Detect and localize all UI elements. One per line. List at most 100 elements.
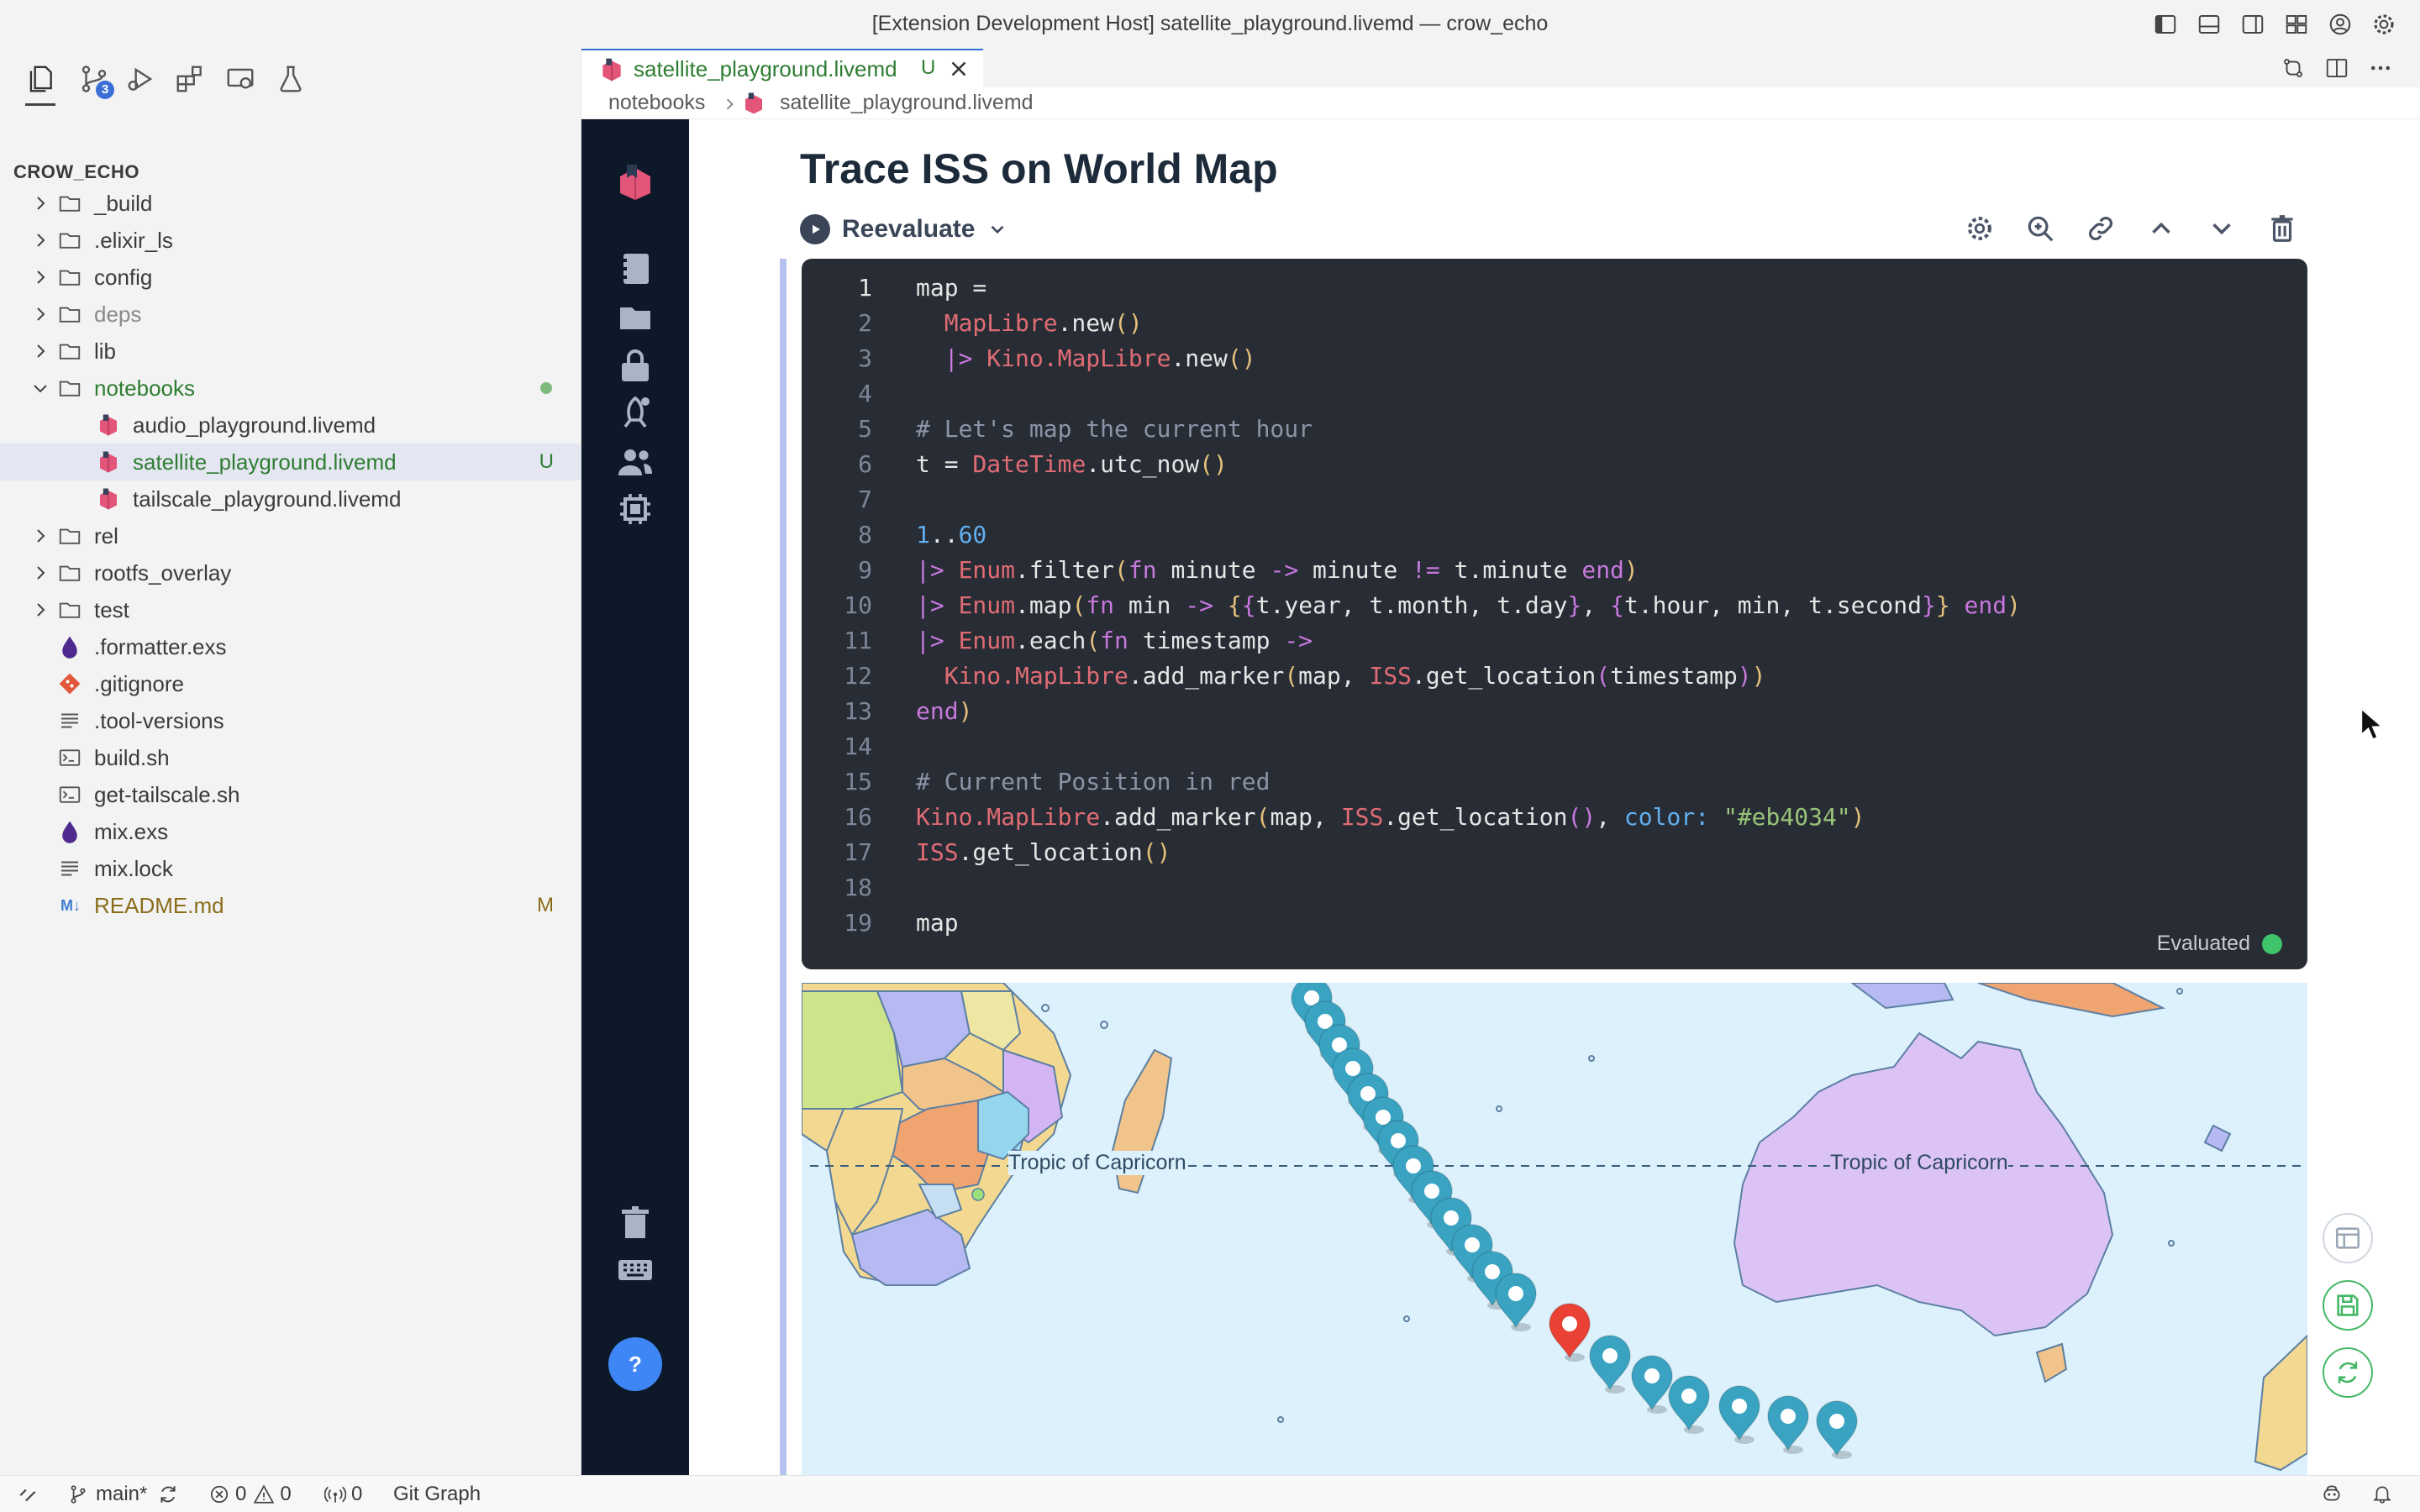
code-text: 1..60 (916, 521, 987, 549)
explorer-item[interactable]: audio_playground.livemd (0, 407, 581, 444)
secrets-lock-icon[interactable] (610, 341, 660, 391)
users-icon[interactable] (610, 437, 660, 487)
explorer-item[interactable]: tailscale_playground.livemd (0, 480, 581, 517)
close-tab-icon[interactable] (946, 56, 971, 81)
move-down-chevron-icon[interactable] (2202, 208, 2242, 249)
explorer-item-label: tailscale_playground.livemd (133, 486, 402, 512)
toggle-primary-sidebar-icon[interactable] (2151, 10, 2180, 39)
explorer-item[interactable]: mix.exs (0, 813, 581, 850)
explorer-item[interactable]: lib (0, 333, 581, 370)
explorer-item[interactable]: .tool-versions (0, 702, 581, 739)
explorer-item[interactable]: mix.lock (0, 850, 581, 887)
livebook-sidebar: ? (581, 119, 689, 1475)
cell-settings-gear-icon[interactable] (1960, 208, 2000, 249)
notifications-bell-icon[interactable] (2371, 1483, 2393, 1504)
delete-cell-trash-icon[interactable] (2262, 208, 2302, 249)
breadcrumb-file[interactable]: satellite_playground.livemd (780, 91, 1034, 115)
problems-indicator[interactable]: 0 0 (208, 1483, 292, 1506)
sync-refresh-icon[interactable] (2323, 1347, 2373, 1398)
chevron-right-icon[interactable] (30, 600, 50, 620)
line-number: 14 (844, 732, 872, 760)
tab-satellite-playground[interactable]: satellite_playground.livemd U (581, 49, 983, 87)
git-branch-icon (71, 1485, 86, 1504)
line-number: 3 (858, 344, 872, 372)
editor-tab-strip: satellite_playground.livemd U (581, 49, 2420, 87)
explorer-item[interactable]: .gitignore (0, 665, 581, 702)
explorer-item[interactable]: deps (0, 296, 581, 333)
explorer-item[interactable]: get-tailscale.sh (0, 776, 581, 813)
livebook-logo-icon[interactable] (610, 156, 660, 207)
run-debug-icon[interactable] (123, 60, 160, 97)
evaluated-status-dot (2262, 933, 2282, 954)
copilot-icon[interactable] (2321, 1483, 2343, 1504)
save-notebook-icon[interactable] (2323, 1280, 2373, 1331)
extensions-icon[interactable] (171, 60, 208, 97)
toggle-secondary-sidebar-icon[interactable] (2238, 10, 2267, 39)
remote-explorer-icon[interactable] (222, 60, 259, 97)
files-folder-icon[interactable] (610, 292, 660, 343)
line-number: 6 (858, 450, 872, 478)
git-graph-button[interactable]: Git Graph (393, 1483, 481, 1506)
branch-indicator[interactable]: main* (67, 1483, 179, 1506)
chevron-right-icon[interactable] (30, 304, 50, 324)
breadcrumb-folder[interactable]: notebooks (608, 91, 705, 115)
folder-icon (57, 228, 82, 253)
ports-indicator[interactable]: 0 (324, 1483, 362, 1506)
zoom-in-icon[interactable] (2020, 208, 2060, 249)
chevron-right-icon[interactable] (30, 193, 50, 213)
more-actions-icon[interactable] (2366, 54, 2395, 82)
notebook-outline-icon[interactable] (610, 244, 660, 294)
chevron-right-icon[interactable] (30, 341, 50, 361)
move-up-chevron-icon[interactable] (2141, 208, 2181, 249)
evaluation-status-label: Evaluated (2156, 932, 2250, 955)
source-control-icon[interactable]: 3 (76, 60, 114, 99)
explorer-item[interactable]: build.sh (0, 739, 581, 776)
chevron-down-icon[interactable] (986, 218, 1008, 240)
remote-indicator-icon[interactable] (17, 1483, 39, 1504)
runtime-cpu-icon[interactable] (610, 484, 660, 534)
explorer-item[interactable]: _build (0, 185, 581, 222)
chevron-down-icon[interactable] (30, 378, 50, 398)
code-editor[interactable]: 1 map = 2 MapLibre.new() 3 |> Kino.MapLibre… (802, 259, 2307, 969)
link-icon[interactable] (2081, 208, 2121, 249)
explorer-item[interactable]: M↓ README.md M (0, 887, 581, 924)
section-title: Trace ISS on World Map (800, 145, 1278, 192)
line-number: 13 (844, 697, 872, 725)
explorer-files-icon[interactable] (22, 60, 59, 106)
toggle-panel-icon[interactable] (2195, 10, 2223, 39)
code-text: |> Enum.filter(fn minute -> minute != t.… (916, 556, 1639, 584)
manage-gear-icon[interactable] (2370, 10, 2398, 39)
bin-trash-icon[interactable] (610, 1198, 660, 1248)
account-icon[interactable] (2326, 10, 2354, 39)
explorer-item[interactable]: notebooks (0, 370, 581, 407)
reevaluate-button[interactable]: Reevaluate (800, 210, 1008, 249)
customize-layout-icon[interactable] (2282, 10, 2311, 39)
open-changes-icon[interactable] (2279, 54, 2307, 82)
split-editor-icon[interactable] (2323, 54, 2351, 82)
runtime-rocket-icon[interactable] (610, 388, 660, 438)
chevron-right-icon[interactable] (30, 267, 50, 287)
maplibre-map[interactable]: Tropic of Capricorn Tropic of Capricorn (802, 983, 2307, 1475)
chevron-right-icon[interactable] (30, 526, 50, 546)
insert-section-icon[interactable] (2323, 1213, 2373, 1263)
explorer-item[interactable]: rootfs_overlay (0, 554, 581, 591)
warning-count: 0 (280, 1483, 292, 1505)
explorer-item[interactable]: config (0, 259, 581, 296)
explorer-item[interactable]: .elixir_ls (0, 222, 581, 259)
explorer-item[interactable]: satellite_playground.livemd U (0, 444, 581, 480)
world-map-svg (802, 983, 2307, 1475)
explorer-item[interactable]: .formatter.exs (0, 628, 581, 665)
explorer-item[interactable]: rel (0, 517, 581, 554)
sync-icon[interactable] (157, 1483, 179, 1505)
chevron-right-icon[interactable] (30, 563, 50, 583)
code-line: 11 |> Enum.each(fn timestamp -> (802, 623, 2307, 659)
modified-dot (540, 382, 552, 394)
testing-flask-icon[interactable] (272, 60, 309, 97)
livebook-file-icon (96, 486, 121, 512)
chevron-right-icon[interactable] (30, 230, 50, 250)
shell-file-icon (57, 782, 82, 807)
keyboard-shortcuts-icon[interactable] (610, 1245, 660, 1295)
explorer-item-label: notebooks (94, 375, 195, 401)
explorer-item[interactable]: test (0, 591, 581, 628)
help-button[interactable]: ? (608, 1337, 662, 1391)
